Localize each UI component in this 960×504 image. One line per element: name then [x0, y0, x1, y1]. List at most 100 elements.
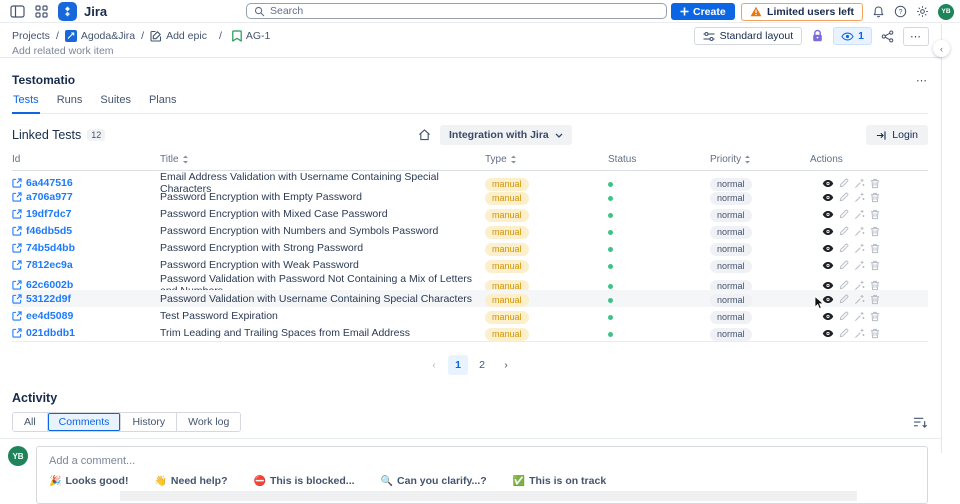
breadcrumb-issue-key[interactable]: AG-1 [232, 30, 271, 42]
standard-layout-button[interactable]: Standard layout [694, 27, 803, 45]
delete-action-icon[interactable] [870, 209, 880, 220]
search-input[interactable]: Search [246, 3, 667, 19]
generate-action-icon[interactable] [854, 243, 865, 254]
tab-tests[interactable]: Tests [12, 94, 40, 114]
toolbar-more-button[interactable]: ⋯ [903, 27, 929, 46]
panel-collapse-button[interactable]: ‹ [933, 40, 950, 57]
table-row[interactable]: a706a977Password Encryption with Empty P… [12, 188, 928, 205]
view-action-icon[interactable] [822, 312, 834, 321]
test-id-link[interactable]: a706a977 [12, 191, 160, 203]
delete-action-icon[interactable] [870, 192, 880, 203]
generate-action-icon[interactable] [854, 311, 865, 322]
generate-action-icon[interactable] [854, 226, 865, 237]
table-row[interactable]: f46db5d5Password Encryption with Numbers… [12, 222, 928, 239]
generate-action-icon[interactable] [854, 209, 865, 220]
delete-action-icon[interactable] [870, 243, 880, 254]
table-row[interactable]: 021dbdb1Trim Leading and Trailing Spaces… [12, 324, 928, 341]
activity-tab-history[interactable]: History [121, 413, 177, 431]
test-id-link[interactable]: 74b5d4bb [12, 242, 160, 254]
delete-action-icon[interactable] [870, 280, 880, 291]
column-header-title[interactable]: Title [160, 154, 485, 165]
delete-action-icon[interactable] [870, 311, 880, 322]
column-header-type[interactable]: Type [485, 154, 608, 165]
table-row[interactable]: 19df7dc7Password Encryption with Mixed C… [12, 205, 928, 222]
edit-action-icon[interactable] [839, 226, 849, 236]
pagination-page-1[interactable]: 1 [448, 355, 468, 375]
generate-action-icon[interactable] [854, 294, 865, 305]
test-id-link[interactable]: 19df7dc7 [12, 208, 160, 220]
edit-action-icon[interactable] [839, 209, 849, 219]
share-icon[interactable] [881, 30, 894, 43]
integration-dropdown[interactable]: Integration with Jira [440, 125, 572, 145]
column-header-priority[interactable]: Priority [710, 154, 810, 165]
view-action-icon[interactable] [822, 227, 834, 236]
pagination-next-button[interactable]: › [496, 355, 516, 375]
edit-action-icon[interactable] [839, 294, 849, 304]
table-row[interactable]: 53122d9fPassword Validation with Usernam… [12, 290, 928, 307]
login-button[interactable]: Login [866, 125, 928, 145]
view-action-icon[interactable] [822, 244, 834, 253]
quick-reply-need-help-[interactable]: 👋Need help? [154, 475, 227, 487]
table-row[interactable]: ee4d5089Test Password Expirationmanualno… [12, 307, 928, 324]
settings-gear-icon[interactable] [916, 5, 929, 18]
view-action-icon[interactable] [822, 179, 834, 188]
generate-action-icon[interactable] [854, 280, 865, 291]
delete-action-icon[interactable] [870, 294, 880, 305]
test-id-link[interactable]: 7812ec9a [12, 259, 160, 271]
help-icon[interactable]: ? [894, 5, 907, 18]
table-row[interactable]: 62c6002bPassword Validation with Passwor… [12, 273, 928, 290]
delete-action-icon[interactable] [870, 260, 880, 271]
table-row[interactable]: 6a447516Email Address Validation with Us… [12, 171, 928, 188]
pagination-prev-button[interactable]: ‹ [424, 355, 444, 375]
view-action-icon[interactable] [822, 261, 834, 270]
test-id-link[interactable]: ee4d5089 [12, 310, 160, 322]
generate-action-icon[interactable] [854, 260, 865, 271]
view-action-icon[interactable] [822, 295, 834, 304]
activity-tab-all[interactable]: All [13, 413, 48, 431]
breadcrumb-project[interactable]: Agoda&Jira [65, 30, 135, 42]
delete-action-icon[interactable] [870, 328, 880, 339]
jira-logo-icon[interactable] [58, 2, 77, 21]
tab-runs[interactable]: Runs [56, 94, 84, 113]
pagination-page-2[interactable]: 2 [472, 355, 492, 375]
notifications-bell-icon[interactable] [872, 5, 885, 19]
delete-action-icon[interactable] [870, 226, 880, 237]
sidebar-toggle-icon[interactable] [10, 5, 25, 18]
quick-reply-this-is-blocked-[interactable]: ⛔This is blocked... [254, 475, 355, 487]
generate-action-icon[interactable] [854, 328, 865, 339]
view-action-icon[interactable] [822, 281, 834, 290]
user-avatar[interactable]: YB [938, 4, 954, 20]
edit-action-icon[interactable] [839, 260, 849, 270]
comment-input[interactable]: Add a comment... 🎉Looks good!👋Need help?… [36, 446, 928, 504]
edit-action-icon[interactable] [839, 243, 849, 253]
limited-users-button[interactable]: Limited users left [741, 3, 863, 21]
testomatio-more-button[interactable]: ⋯ [916, 74, 928, 87]
test-id-link[interactable]: 021dbdb1 [12, 327, 160, 339]
activity-tab-comments[interactable]: Comments [48, 413, 122, 431]
quick-reply-can-you-clarify-[interactable]: 🔍Can you clarify...? [381, 475, 487, 487]
quick-reply-this-is-on-track[interactable]: ✅This is on track [513, 475, 606, 487]
quick-reply-looks-good-[interactable]: 🎉Looks good! [49, 475, 128, 487]
edit-action-icon[interactable] [839, 280, 849, 290]
view-action-icon[interactable] [822, 193, 834, 202]
app-switcher-icon[interactable] [35, 5, 48, 18]
activity-tab-work-log[interactable]: Work log [177, 413, 240, 431]
delete-action-icon[interactable] [870, 178, 880, 189]
edit-action-icon[interactable] [839, 311, 849, 321]
tab-suites[interactable]: Suites [99, 94, 132, 113]
create-button[interactable]: Create [671, 3, 735, 20]
edit-action-icon[interactable] [839, 328, 849, 338]
breadcrumb-add-epic[interactable]: Add epic [150, 30, 207, 42]
viewers-button[interactable]: 1 [833, 27, 872, 45]
sort-order-button[interactable] [913, 416, 928, 429]
breadcrumb-projects[interactable]: Projects [12, 30, 50, 42]
generate-action-icon[interactable] [854, 192, 865, 203]
lock-icon[interactable] [811, 29, 824, 43]
edit-action-icon[interactable] [839, 192, 849, 202]
test-id-link[interactable]: f46db5d5 [12, 225, 160, 237]
generate-action-icon[interactable] [854, 178, 865, 189]
view-action-icon[interactable] [822, 329, 834, 338]
table-row[interactable]: 74b5d4bbPassword Encryption with Strong … [12, 239, 928, 256]
test-id-link[interactable]: 53122d9f [12, 293, 160, 305]
table-row[interactable]: 7812ec9aPassword Encryption with Weak Pa… [12, 256, 928, 273]
